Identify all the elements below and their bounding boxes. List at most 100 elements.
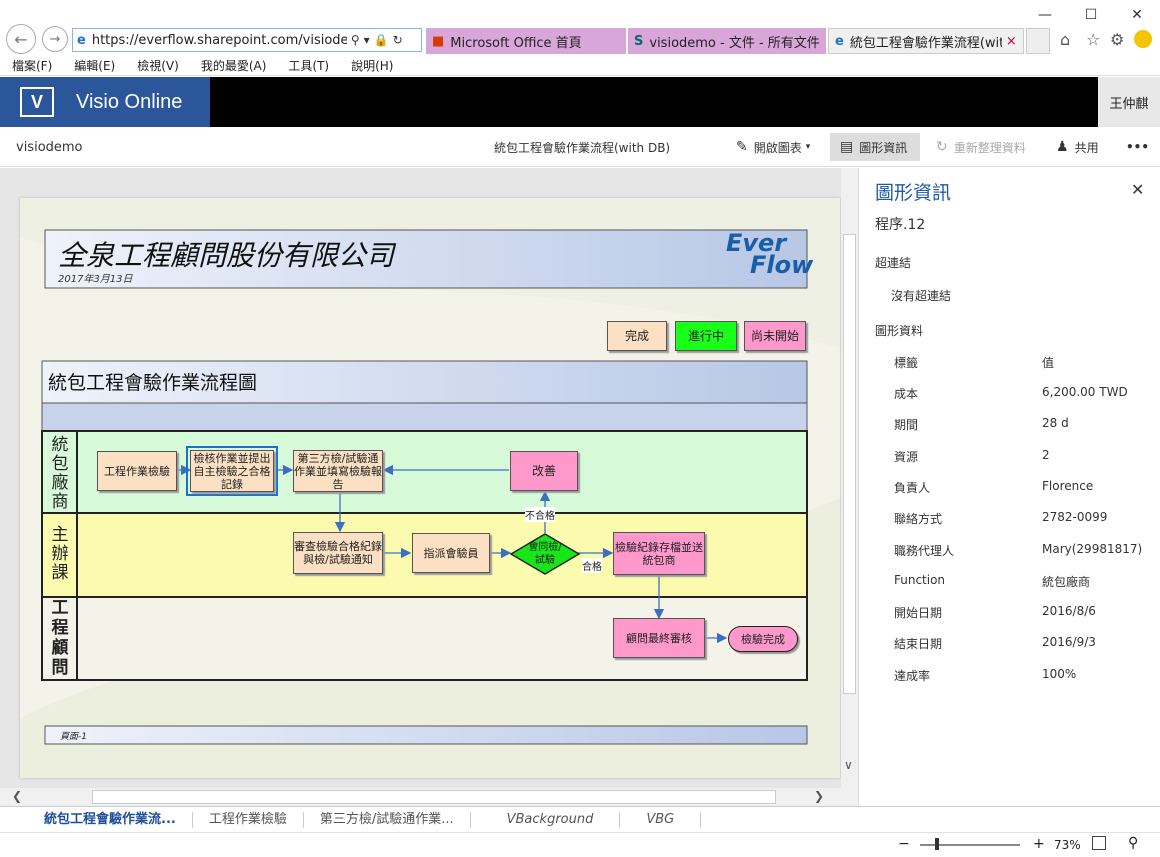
address-bar[interactable]: e https://everflow.sharepoint.com/visiod… [72, 28, 422, 52]
new-tab-button[interactable] [1026, 28, 1050, 54]
back-button[interactable]: ← [6, 24, 36, 54]
user-name[interactable]: 王仲麒 [1098, 77, 1160, 127]
menu-help[interactable]: 說明(H) [351, 57, 393, 74]
zoom-slider-thumb[interactable] [935, 838, 939, 850]
sheet-tab-vbg[interactable]: VBG [620, 811, 702, 828]
dropdown-icon[interactable]: ▾ [364, 33, 370, 47]
ie-page-icon: e [77, 32, 86, 48]
sheet-tab-vbackground[interactable]: VBackground [471, 811, 621, 828]
person-add-icon: ♟ [1056, 139, 1069, 155]
site-breadcrumb[interactable]: visiodemo [16, 127, 83, 167]
vertical-scroll-thumb[interactable] [843, 234, 856, 694]
sheet-tab-main[interactable]: 統包工程會驗作業流... [0, 811, 193, 828]
logo-line-2: Flow [750, 251, 814, 279]
zoom-search-icon[interactable]: ⚲ [1128, 835, 1138, 851]
settings-gear-icon[interactable]: ⚙ [1110, 30, 1124, 49]
minimize-button[interactable]: — [1022, 4, 1068, 26]
tab-label: 統包工程會驗作業流程(wit... [849, 35, 1002, 51]
shape-data-value: 統包廠商 [1042, 574, 1091, 589]
fit-to-page-icon[interactable] [1092, 836, 1106, 850]
diagram-page[interactable]: 全泉工程顧問股份有限公司 2017年3月13日 Ever Flow 完成 進行中… [20, 198, 840, 778]
shape-info-button[interactable]: ▤ 圖形資訊 [830, 133, 920, 161]
url-text: https://everflow.sharepoint.com/visiodem… [91, 32, 347, 48]
column-value-header: 值 [1042, 356, 1055, 370]
menu-tools[interactable]: 工具(T) [288, 57, 329, 74]
process-third-party-test[interactable]: 第三方檢/試驗通作業並填寫檢驗報告 [293, 450, 383, 492]
lane-label-main-dept: 主 辦 課 [51, 525, 69, 583]
flow-title: 統包工程會驗作業流程圖 [48, 372, 258, 394]
shape-data-label: 資源 [894, 449, 919, 464]
shape-data-value: 2016/9/3 [1042, 635, 1096, 650]
shape-data-label: 職務代理人 [894, 543, 955, 558]
tab-office-home[interactable]: ■ Microsoft Office 首頁 [426, 28, 626, 54]
share-button[interactable]: ♟ 共用 [1056, 127, 1099, 167]
window-close-button[interactable]: ✕ [1114, 4, 1160, 26]
sheet-tabs: 統包工程會驗作業流... 工程作業檢驗 第三方檢/試驗通作業... VBackg… [0, 806, 1160, 832]
process-final-review[interactable]: 顧問最終審核 [613, 618, 705, 658]
forward-button[interactable]: → [42, 26, 68, 52]
shape-data-label: Function [894, 572, 946, 587]
tab-visiodemo[interactable]: S visiodemo - 文件 - 所有文件 [628, 28, 826, 54]
menu-file[interactable]: 檔案(F) [12, 57, 52, 74]
refresh-data-icon: ↻ [936, 139, 948, 155]
shape-data-label: 期間 [894, 418, 919, 433]
vertical-scrollbar[interactable]: ∨ [841, 168, 858, 788]
shape-data-value: Florence [1042, 478, 1094, 493]
shape-name: 程序.12 [875, 217, 926, 233]
label-fail: 不合格 [525, 507, 555, 522]
shape-info-label: 圖形資訊 [859, 140, 908, 155]
sheet-tab-third-party[interactable]: 第三方檢/試驗通作業... [304, 811, 471, 828]
label-pass: 合格 [582, 558, 602, 573]
scroll-left-icon[interactable]: ❮ [12, 789, 22, 803]
shape-data-label: 開始日期 [894, 606, 943, 621]
refresh-data-button[interactable]: ↻ 重新整理資料 [936, 127, 1026, 167]
page-footer-label: 頁面-1 [60, 732, 87, 742]
flow-subheader [41, 402, 808, 432]
process-assign-inspector[interactable]: 指派會驗員 [412, 533, 490, 573]
no-hyperlink-text: 沒有超連結 [891, 289, 952, 303]
shape-data-value: 2 [1042, 447, 1050, 462]
pane-close-icon[interactable]: ✕ [1131, 180, 1144, 199]
process-self-inspection[interactable]: 檢核作業並提出自主檢驗之合格記錄 [190, 450, 274, 492]
app-brand[interactable]: V Visio Online [0, 77, 210, 127]
hyperlink-heading: 超連結 [875, 256, 912, 270]
tab-label: Microsoft Office 首頁 [450, 35, 582, 51]
tab-close-icon[interactable]: × [1006, 34, 1017, 49]
open-diagram-label: 開啟圖表 [753, 140, 802, 155]
open-diagram-button[interactable]: ✎ 開啟圖表 ▾ [736, 127, 810, 167]
process-archive-records[interactable]: 檢驗紀錄存檔並送統包商 [613, 532, 705, 575]
smiley-feedback-icon[interactable] [1134, 30, 1152, 48]
home-icon[interactable]: ⌂ [1060, 30, 1070, 49]
process-improve[interactable]: 改善 [510, 451, 578, 491]
shape-data-label: 聯絡方式 [894, 512, 943, 527]
process-review-records[interactable]: 審查檢驗合格紀錄與檢/試驗通知 [293, 532, 383, 574]
decision-label: 會同檢/試驗 [528, 542, 562, 566]
zoom-out-button[interactable]: − [898, 836, 910, 852]
menu-favorites[interactable]: 我的最愛(A) [201, 57, 267, 74]
favorites-star-icon[interactable]: ☆ [1086, 30, 1100, 49]
more-options-button[interactable]: ••• [1126, 127, 1149, 167]
shape-data-label: 達成率 [894, 668, 931, 683]
menu-view[interactable]: 檢視(V) [137, 57, 179, 74]
maximize-button[interactable]: ☐ [1068, 4, 1114, 26]
terminator-complete[interactable]: 檢驗完成 [728, 626, 798, 652]
menu-edit[interactable]: 編輯(E) [74, 57, 115, 74]
legend-in-progress: 進行中 [675, 321, 737, 351]
process-work-inspection[interactable]: 工程作業檢驗 [97, 451, 177, 491]
horizontal-scroll-thumb[interactable] [92, 790, 776, 804]
horizontal-scrollbar[interactable]: ❮ ❯ [0, 788, 858, 806]
office-icon: ■ [432, 33, 445, 49]
shape-data-value: 2016/8/6 [1042, 604, 1096, 619]
shape-data-heading: 圖形資料 [875, 324, 924, 338]
shape-data-value: 2782-0099 [1042, 510, 1108, 525]
zoom-in-button[interactable]: + [1033, 836, 1045, 852]
search-icon[interactable]: ⚲ [351, 33, 360, 47]
lock-icon: 🔒 [373, 33, 389, 47]
scroll-down-icon[interactable]: ∨ [844, 758, 853, 772]
refresh-icon[interactable]: ↻ [393, 33, 403, 47]
pane-title: 圖形資訊 [875, 182, 952, 204]
scroll-right-icon[interactable]: ❯ [814, 789, 824, 803]
tab-active-diagram[interactable]: e 統包工程會驗作業流程(wit... × [828, 28, 1024, 54]
sheet-tab-work-inspection[interactable]: 工程作業檢驗 [193, 811, 304, 828]
zoom-level[interactable]: 73% [1054, 838, 1081, 852]
